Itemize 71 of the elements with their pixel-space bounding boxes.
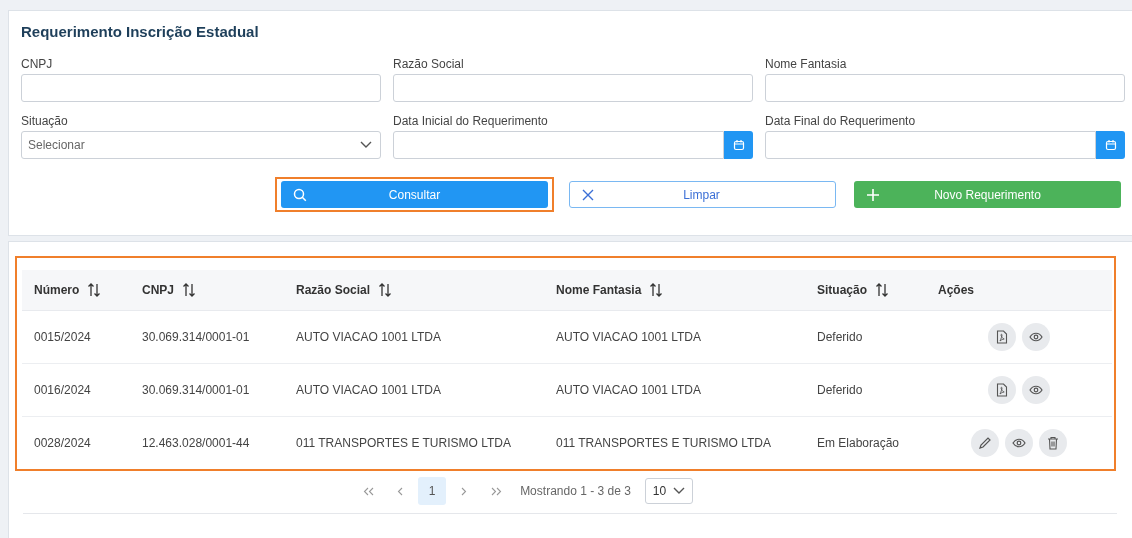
table-cell: 30.069.314/0001-01 [142,330,250,344]
trash-icon [1047,436,1059,450]
table-cell: 011 TRANSPORTES E TURISMO LTDA [296,436,511,450]
calendar-button[interactable] [1096,131,1125,159]
table-cell: 0015/2024 [34,330,91,344]
column-header: Nome Fantasia [556,283,642,297]
eye-icon [1029,385,1043,395]
column-header: Situação [817,283,867,297]
field-label: Data Inicial do Requerimento [393,114,549,128]
sort-icon[interactable] [87,283,102,297]
pdf-file-icon [996,383,1008,397]
edit-button[interactable] [971,429,999,457]
calendar-button[interactable] [724,131,753,159]
chevron-left-icon [397,486,404,496]
input-field[interactable] [21,74,381,102]
table-cell: 0016/2024 [34,383,91,397]
calendar-icon [732,139,745,151]
table-cell: Deferido [817,330,863,344]
eye-icon [1029,332,1043,342]
chevron-right-icon [461,486,468,496]
table-cell: AUTO VIACAO 1001 LTDA [296,383,441,397]
pdf-file-icon [996,330,1008,344]
table-cell: Deferido [817,383,863,397]
date-field[interactable] [765,131,1096,159]
field-label: Situação [21,114,69,128]
field-label: Nome Fantasia [765,57,848,71]
sort-icon[interactable] [649,283,664,297]
column-header: Ações [938,283,975,297]
view-button[interactable] [1022,323,1050,351]
page-button[interactable]: 1 [418,477,447,505]
pagination-summary: Mostrando 1 - 3 de 3 [520,484,631,498]
input-field[interactable] [393,74,753,102]
close-icon [582,188,594,201]
table-cell: 12.463.028/0001-44 [142,436,250,450]
view-button[interactable] [1022,376,1050,404]
sort-icon[interactable] [378,283,393,297]
calendar-icon [1104,139,1117,151]
date-field[interactable] [393,131,724,159]
field-label: Data Final do Requerimento [765,114,917,128]
sort-icon[interactable] [875,283,889,297]
table-cell: 30.069.314/0001-01 [142,383,250,397]
double-chevron-left-icon [362,486,374,496]
pdf-button[interactable] [988,323,1016,351]
chevron-down-icon [672,487,685,495]
double-chevron-right-icon [490,486,502,496]
column-header: Número [34,283,80,297]
table-cell: 011 TRANSPORTES E TURISMO LTDA [556,436,771,450]
column-header: CNPJ [142,283,174,297]
pencil-icon [978,436,992,450]
table-cell: AUTO VIACAO 1001 LTDA [556,330,701,344]
delete-button[interactable] [1039,429,1067,457]
select-field[interactable]: Selecionar [21,131,381,159]
table-cell: AUTO VIACAO 1001 LTDA [556,383,701,397]
table-cell: 0028/2024 [34,436,91,450]
page-size-select[interactable]: 10 [644,478,693,504]
eye-icon [1012,438,1026,448]
table-cell: Em Elaboração [817,436,900,450]
plus-icon [866,187,880,202]
page-title: Requerimento Inscrição Estadual [21,23,260,40]
table-cell: AUTO VIACAO 1001 LTDA [296,330,441,344]
chevron-down-icon [360,141,372,149]
search-icon [293,187,307,202]
search-button[interactable]: Consultar [281,181,548,208]
field-label: Razão Social [393,57,465,71]
field-label: CNPJ [21,57,54,71]
view-button[interactable] [1005,429,1033,457]
input-field[interactable] [765,74,1125,102]
sort-icon[interactable] [182,283,196,297]
column-header: Razão Social [296,283,371,297]
pdf-button[interactable] [988,376,1016,404]
clear-button[interactable]: Limpar [569,181,836,208]
